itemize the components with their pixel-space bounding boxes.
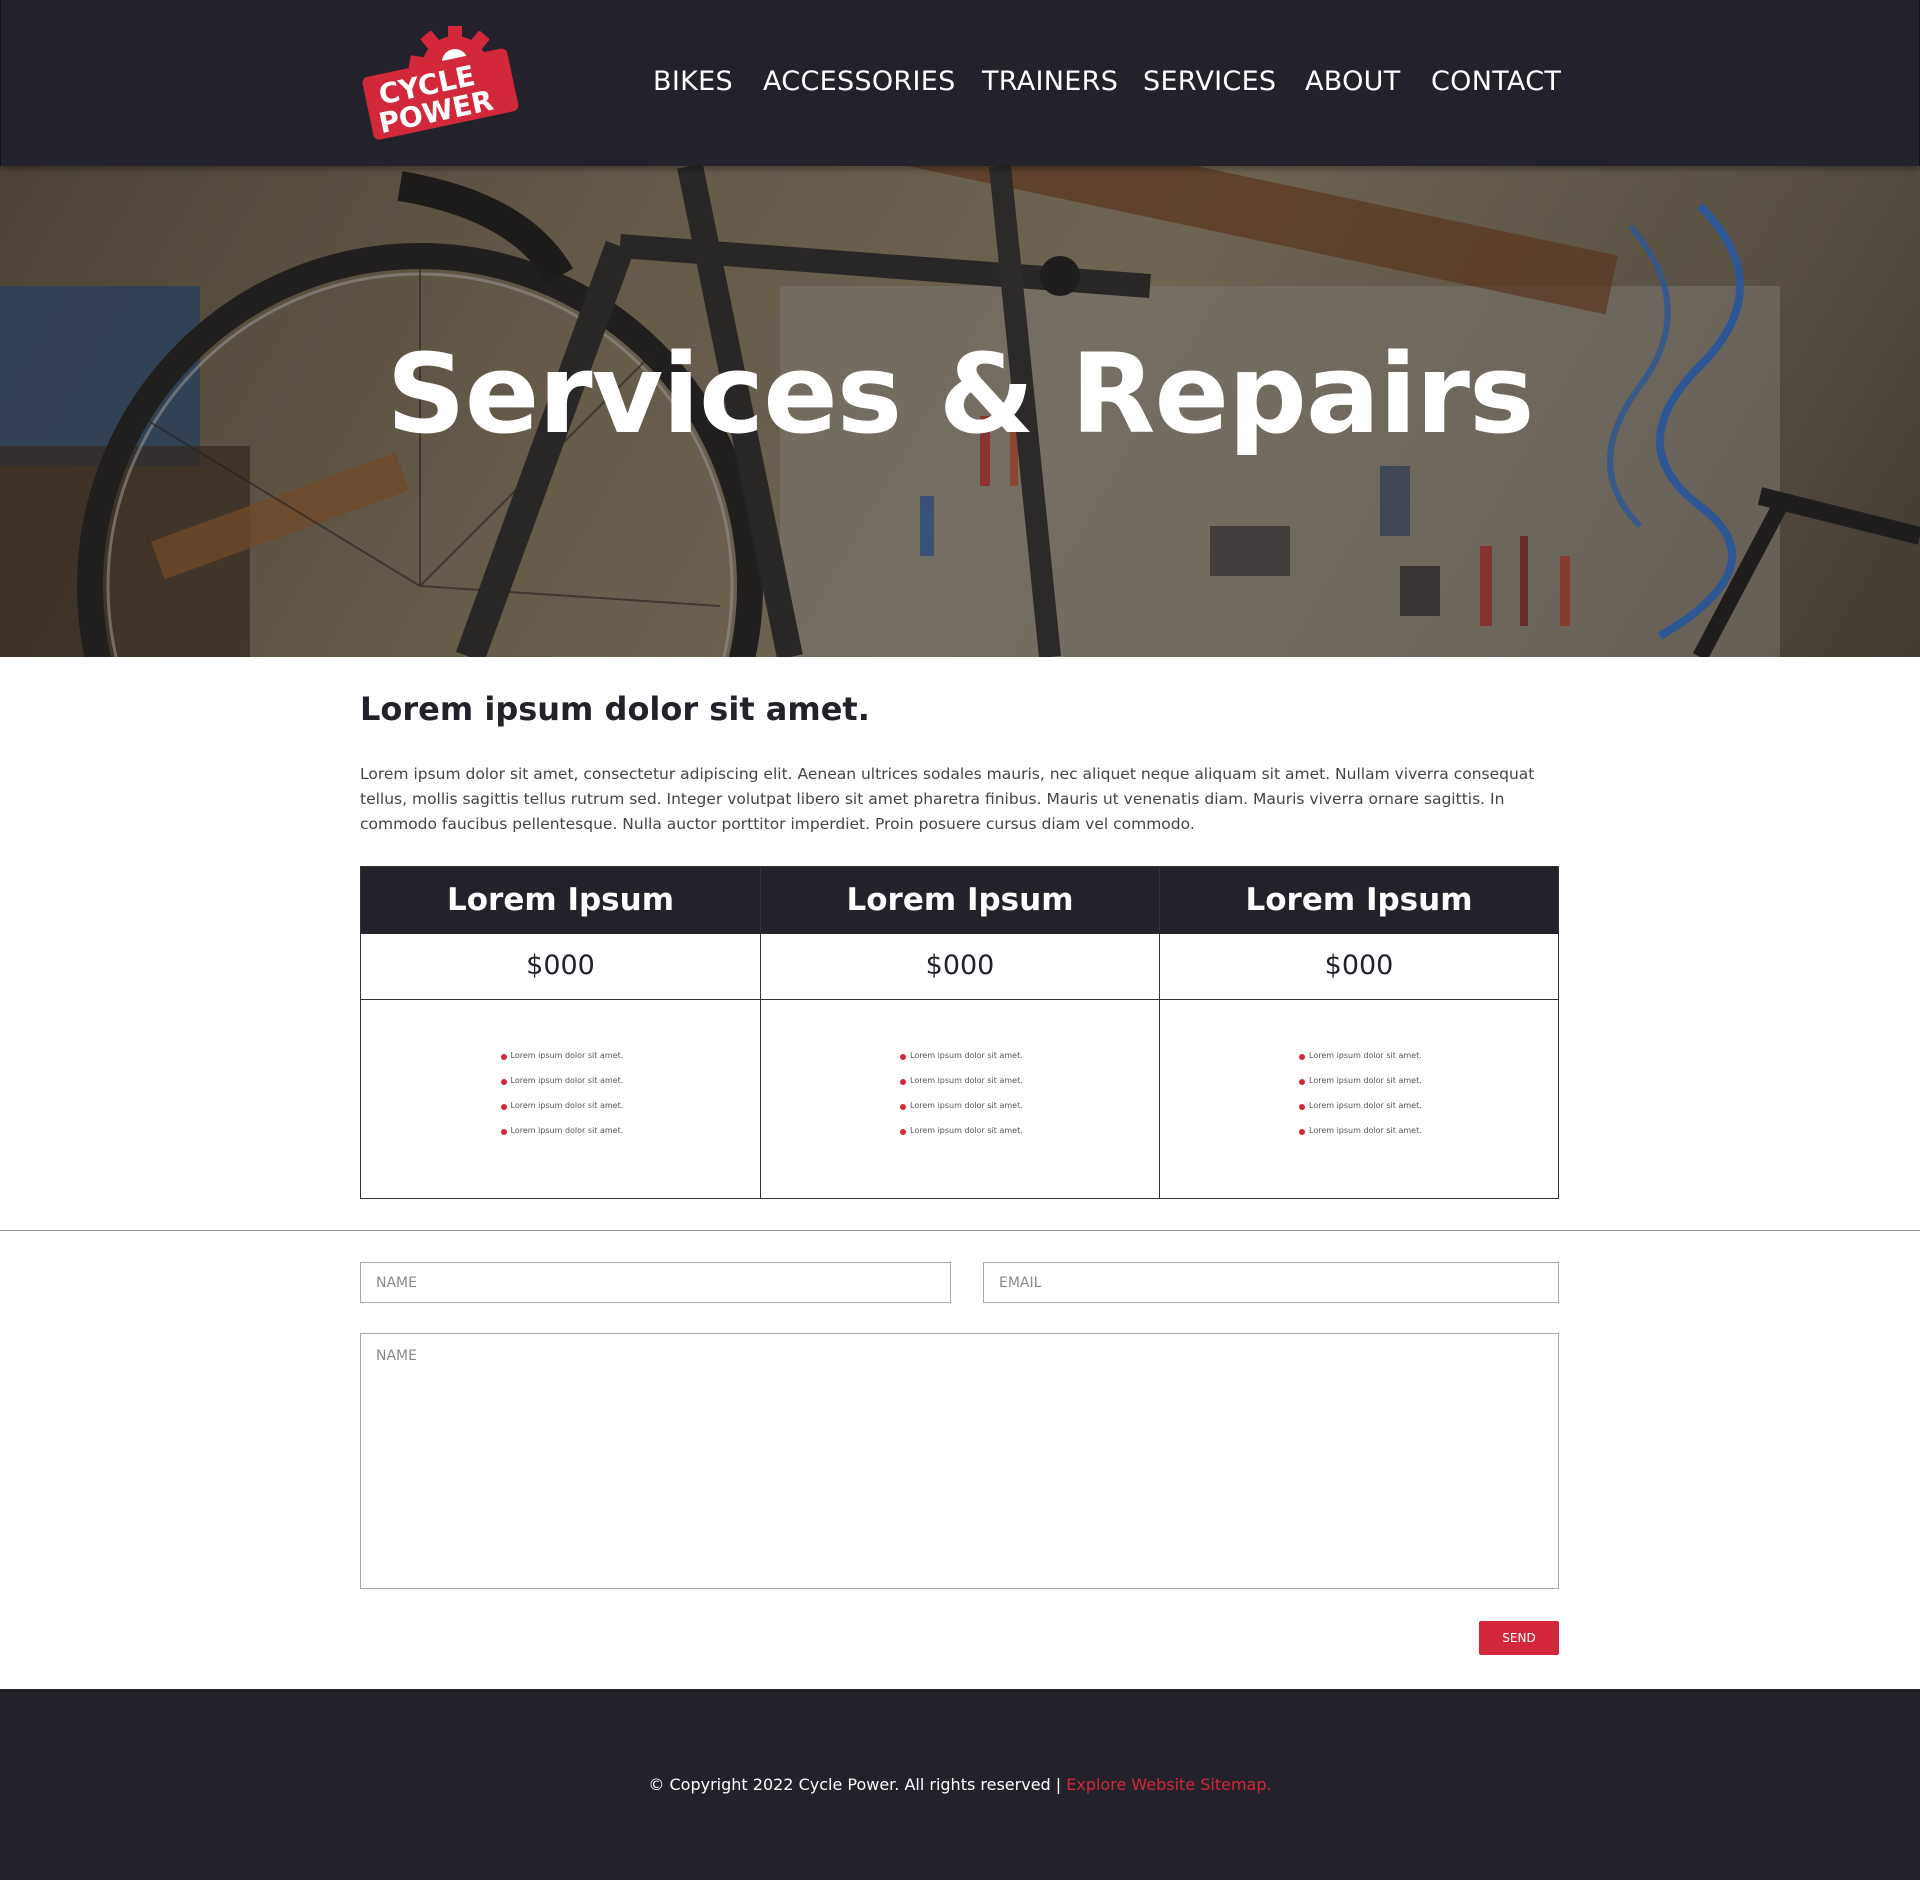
feature-text: Lorem ipsum dolor sit amet. (1309, 1101, 1422, 1110)
feature-text: Lorem ipsum dolor sit amet. (910, 1051, 1023, 1060)
message-field[interactable] (360, 1333, 1559, 1589)
feature-text: Lorem ipsum dolor sit amet. (910, 1126, 1023, 1135)
bullet-dot-icon (500, 1129, 507, 1135)
bullet-dot-icon (1299, 1054, 1305, 1060)
feature-item: Lorem ipsum dolor sit amet. (1299, 1125, 1424, 1150)
gear-logo-icon: CYCLE POWER (362, 24, 519, 140)
pricing-feature-list: Lorem ipsum dolor sit amet. Lorem ipsum … (361, 1050, 760, 1150)
feature-item: Lorem ipsum dolor sit amet. (900, 1125, 1025, 1150)
pricing-feature-list: Lorem ipsum dolor sit amet. Lorem ipsum … (761, 1050, 1159, 1150)
send-button[interactable]: SEND (1479, 1621, 1559, 1655)
feature-item: Lorem ipsum dolor sit amet. (900, 1050, 1025, 1075)
feature-text: Lorem ipsum dolor sit amet. (510, 1126, 624, 1135)
pricing-column-title: Lorem Ipsum (1245, 882, 1473, 918)
pricing-column-price: $000 (761, 934, 1159, 1000)
feature-item: Lorem ipsum dolor sit amet. (500, 1100, 626, 1125)
section-heading: Lorem ipsum dolor sit amet. (360, 690, 870, 728)
bullet-dot-icon (500, 1104, 507, 1110)
name-field[interactable] (360, 1262, 951, 1303)
feature-item: Lorem ipsum dolor sit amet. (500, 1050, 626, 1075)
feature-item: Lorem ipsum dolor sit amet. (1299, 1100, 1424, 1125)
bullet-dot-icon (900, 1129, 906, 1135)
site-header: CYCLE POWER BIKES ACCESSORIES TRAINERS S… (0, 0, 1920, 166)
bullet-dot-icon (900, 1054, 906, 1060)
section-divider (0, 1230, 1920, 1231)
section-paragraph: Lorem ipsum dolor sit amet, consectetur … (360, 765, 1535, 833)
feature-item: Lorem ipsum dolor sit amet. (1299, 1075, 1424, 1100)
bullet-dot-icon (500, 1079, 507, 1085)
pricing-column-price: $000 (1160, 934, 1558, 1000)
bullet-dot-icon (900, 1104, 906, 1110)
bullet-dot-icon (1299, 1079, 1305, 1085)
bullet-dot-icon (1299, 1129, 1305, 1135)
pricing-column: Lorem Ipsum $000 Lorem ipsum dolor sit a… (760, 867, 1159, 1198)
pricing-column-price: $000 (361, 934, 760, 1000)
bullet-dot-icon (1299, 1104, 1305, 1110)
pricing-column-title: Lorem Ipsum (446, 882, 674, 918)
bullet-dot-icon (500, 1054, 507, 1060)
sitemap-link[interactable]: Explore Website Sitemap. (1066, 1775, 1271, 1794)
feature-item: Lorem ipsum dolor sit amet. (500, 1075, 626, 1100)
feature-item: Lorem ipsum dolor sit amet. (500, 1125, 626, 1150)
feature-text: Lorem ipsum dolor sit amet. (1309, 1051, 1422, 1060)
feature-text: Lorem ipsum dolor sit amet. (510, 1051, 624, 1060)
pricing-column: Lorem Ipsum $000 Lorem ipsum dolor sit a… (361, 867, 760, 1198)
pricing-column-title: Lorem Ipsum (846, 882, 1074, 918)
feature-item: Lorem ipsum dolor sit amet. (1299, 1050, 1424, 1075)
feature-text: Lorem ipsum dolor sit amet. (510, 1101, 624, 1110)
cycle-power-logo[interactable]: CYCLE POWER (361, 24, 521, 142)
pricing-table: Lorem Ipsum $000 Lorem ipsum dolor sit a… (360, 866, 1559, 1199)
email-field[interactable] (983, 1262, 1559, 1303)
page-title: Services & Repairs (386, 330, 1535, 458)
nav-item-bikes[interactable]: BIKES (653, 66, 733, 97)
nav-item-accessories[interactable]: ACCESSORIES (763, 66, 956, 97)
nav-item-about[interactable]: ABOUT (1305, 66, 1401, 97)
feature-text: Lorem ipsum dolor sit amet. (1309, 1126, 1422, 1135)
feature-text: Lorem ipsum dolor sit amet. (910, 1076, 1023, 1085)
feature-text: Lorem ipsum dolor sit amet. (910, 1101, 1023, 1110)
feature-item: Lorem ipsum dolor sit amet. (900, 1075, 1025, 1100)
pricing-feature-list: Lorem ipsum dolor sit amet. Lorem ipsum … (1160, 1050, 1558, 1150)
nav-item-trainers[interactable]: TRAINERS (982, 66, 1118, 97)
footer-copyright: © Copyright 2022 Cycle Power. All rights… (0, 1775, 1920, 1794)
pricing-column: Lorem Ipsum $000 Lorem ipsum dolor sit a… (1159, 867, 1558, 1198)
nav-item-services[interactable]: SERVICES (1143, 66, 1276, 97)
feature-text: Lorem ipsum dolor sit amet. (1309, 1076, 1422, 1085)
bullet-dot-icon (900, 1079, 906, 1085)
feature-item: Lorem ipsum dolor sit amet. (900, 1100, 1025, 1125)
feature-text: Lorem ipsum dolor sit amet. (510, 1076, 624, 1085)
nav-item-contact[interactable]: CONTACT (1431, 66, 1561, 97)
copyright-text: © Copyright 2022 Cycle Power. All rights… (648, 1775, 1067, 1794)
